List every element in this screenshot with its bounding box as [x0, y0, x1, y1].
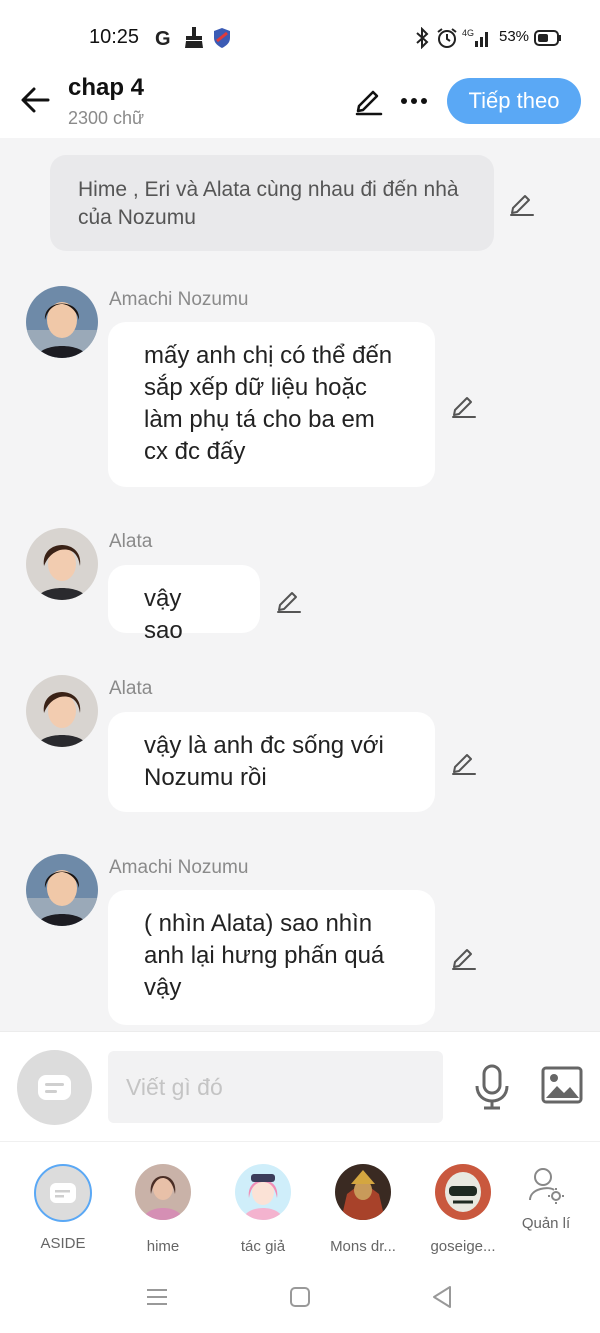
character-label: Quản lí: [521, 1215, 571, 1232]
speaker-name: Amachi Nozumu: [109, 289, 249, 310]
svg-text:4G: 4G: [462, 28, 474, 38]
aside-toggle-button[interactable]: [17, 1050, 92, 1125]
character-label: tác giả: [240, 1238, 286, 1255]
compose-bar: [0, 1031, 600, 1142]
message-bubble[interactable]: ( nhìn Alata) sao nhìn anh lại hưng phấn…: [108, 890, 435, 1025]
chapter-title: chap 4: [68, 74, 145, 101]
speaker-name: Amachi Nozumu: [109, 857, 249, 878]
avatar-amachi-nozumu[interactable]: [26, 854, 98, 926]
next-chapter-button[interactable]: Tiếp theo: [447, 78, 581, 124]
back-arrow-icon[interactable]: [18, 82, 54, 118]
narration-bubble[interactable]: Hime , Eri và Alata cùng nhau đi đến nhà…: [50, 155, 494, 251]
google-icon: G: [155, 28, 171, 49]
edit-pencil-icon[interactable]: [508, 189, 536, 217]
edit-pencil-icon[interactable]: [450, 943, 478, 971]
word-count: 2300 chữ: [68, 108, 145, 128]
aside-avatar: [34, 1164, 92, 1222]
image-icon[interactable]: [541, 1066, 583, 1104]
more-options-icon[interactable]: [399, 86, 429, 116]
top-bar: chap 4 2300 chữ Tiếp theo: [0, 72, 600, 138]
character-label: hime: [146, 1238, 180, 1255]
tac-gia-avatar: [235, 1164, 291, 1220]
shield-app-icon: [214, 28, 230, 48]
hime-avatar: [135, 1164, 191, 1220]
broom-icon: [185, 27, 203, 48]
edit-pencil-icon[interactable]: [353, 84, 385, 116]
avatar-amachi-nozumu[interactable]: [26, 286, 98, 358]
character-goseige[interactable]: goseige...: [418, 1164, 508, 1255]
avatar-alata[interactable]: [26, 675, 98, 747]
character-selector: ASIDE hime tác giả Mons dr... goseige...…: [0, 1141, 600, 1262]
svg-text:G: G: [155, 28, 171, 49]
character-label: Mons dr...: [330, 1238, 396, 1255]
battery-icon: [534, 30, 561, 46]
character-label: goseige...: [430, 1238, 496, 1255]
system-nav-bar: [0, 1261, 600, 1333]
character-mons-dr[interactable]: Mons dr...: [318, 1164, 408, 1255]
chat-bubble-icon: [38, 1075, 71, 1100]
character-hime[interactable]: hime: [118, 1164, 208, 1255]
status-bar: 10:25 G 4G 53%: [0, 0, 600, 72]
goseige-avatar: [435, 1164, 491, 1220]
manage-characters-button[interactable]: Quản lí: [501, 1166, 591, 1232]
message-bubble[interactable]: vậy sao: [108, 565, 260, 644]
message-input[interactable]: [108, 1051, 443, 1123]
avatar-alata[interactable]: [26, 528, 98, 600]
menu-icon[interactable]: [143, 1283, 171, 1311]
battery-percent: 53%: [499, 28, 530, 45]
microphone-icon[interactable]: [472, 1064, 512, 1110]
back-icon[interactable]: [428, 1283, 456, 1311]
character-label: ASIDE: [40, 1235, 86, 1252]
bluetooth-icon: [416, 27, 429, 49]
speaker-name: Alata: [109, 678, 153, 699]
alarm-icon: [437, 28, 457, 48]
edit-pencil-icon[interactable]: [450, 391, 478, 419]
speaker-name: Alata: [109, 531, 153, 552]
character-aside[interactable]: ASIDE: [18, 1164, 108, 1252]
user-settings-icon: [529, 1168, 564, 1204]
4g-signal-icon: 4G: [462, 28, 488, 47]
character-tac-gia[interactable]: tác giả: [218, 1164, 308, 1255]
message-bubble[interactable]: vậy là anh đc sống với Nozumu rồi: [108, 712, 435, 812]
edit-pencil-icon[interactable]: [450, 748, 478, 776]
edit-pencil-icon[interactable]: [275, 586, 303, 614]
chat-bubble-icon: [50, 1183, 76, 1203]
mons-dr-avatar: [335, 1164, 391, 1220]
message-bubble[interactable]: mấy anh chị có thể đến sắp xếp dữ liệu h…: [108, 322, 435, 487]
clock: 10:25: [89, 26, 140, 48]
home-icon[interactable]: [286, 1283, 314, 1311]
